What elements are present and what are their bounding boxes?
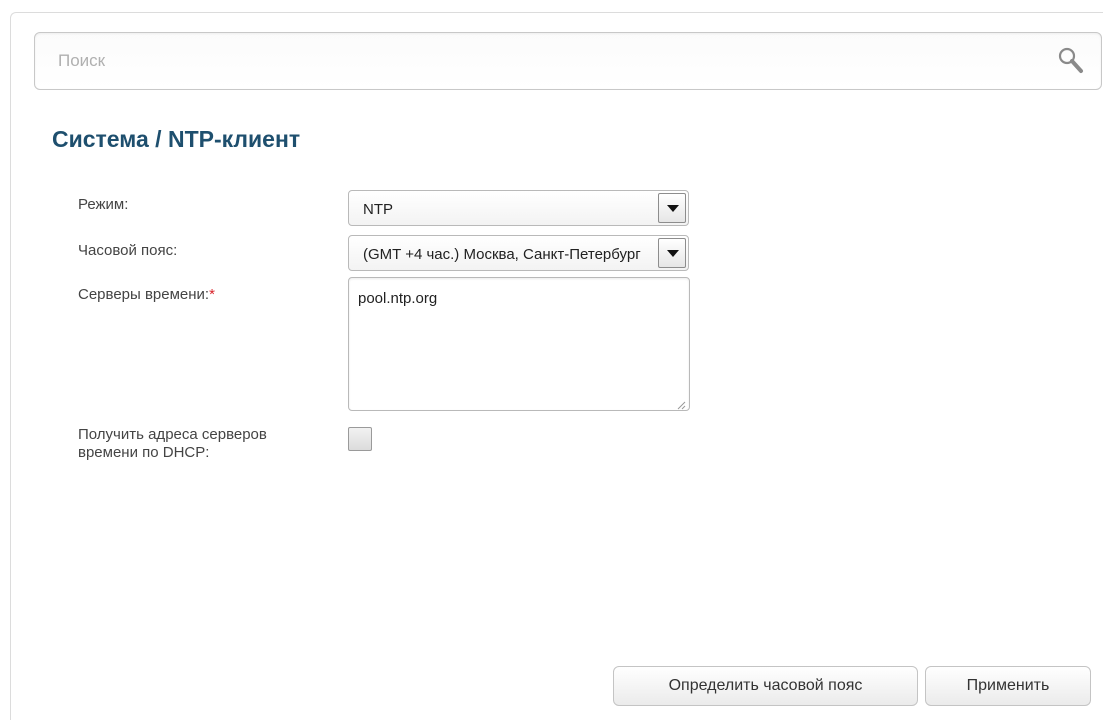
timezone-label: Часовой пояс:: [78, 242, 178, 259]
required-mark: *: [209, 286, 215, 303]
search-icon[interactable]: [1055, 45, 1087, 77]
breadcrumb-current: NTP-клиент: [167, 126, 301, 152]
timezone-select[interactable]: (GMT +4 час.) Москва, Санкт-Петербург: [348, 235, 689, 271]
resize-grip-icon[interactable]: [676, 397, 686, 410]
page-title: Система / NTP-клиент: [52, 126, 300, 153]
search-box[interactable]: [34, 32, 1102, 90]
breadcrumb-section: Система /: [52, 126, 162, 152]
apply-button[interactable]: Применить: [925, 666, 1091, 706]
chevron-down-icon[interactable]: [658, 193, 686, 223]
dhcp-label: Получить адреса серверов времени по DHCP…: [78, 426, 267, 462]
dhcp-checkbox[interactable]: [348, 427, 372, 451]
dhcp-label-line2: времени по DHCP:: [78, 444, 210, 461]
search-input[interactable]: [36, 34, 1036, 88]
servers-textarea[interactable]: pool.ntp.org: [348, 277, 690, 411]
mode-select[interactable]: NTP: [348, 190, 689, 226]
servers-label-text: Серверы времени:: [78, 286, 210, 303]
servers-label: Серверы времени:*: [78, 286, 215, 304]
mode-select-value: NTP: [363, 201, 393, 218]
timezone-select-value: (GMT +4 час.) Москва, Санкт-Петербург: [363, 246, 641, 263]
servers-textarea-value: pool.ntp.org: [358, 290, 438, 307]
dhcp-label-line1: Получить адреса серверов: [78, 426, 267, 443]
detect-timezone-button[interactable]: Определить часовой пояс: [613, 666, 918, 706]
mode-label: Режим:: [78, 196, 129, 213]
chevron-down-icon[interactable]: [658, 238, 686, 268]
